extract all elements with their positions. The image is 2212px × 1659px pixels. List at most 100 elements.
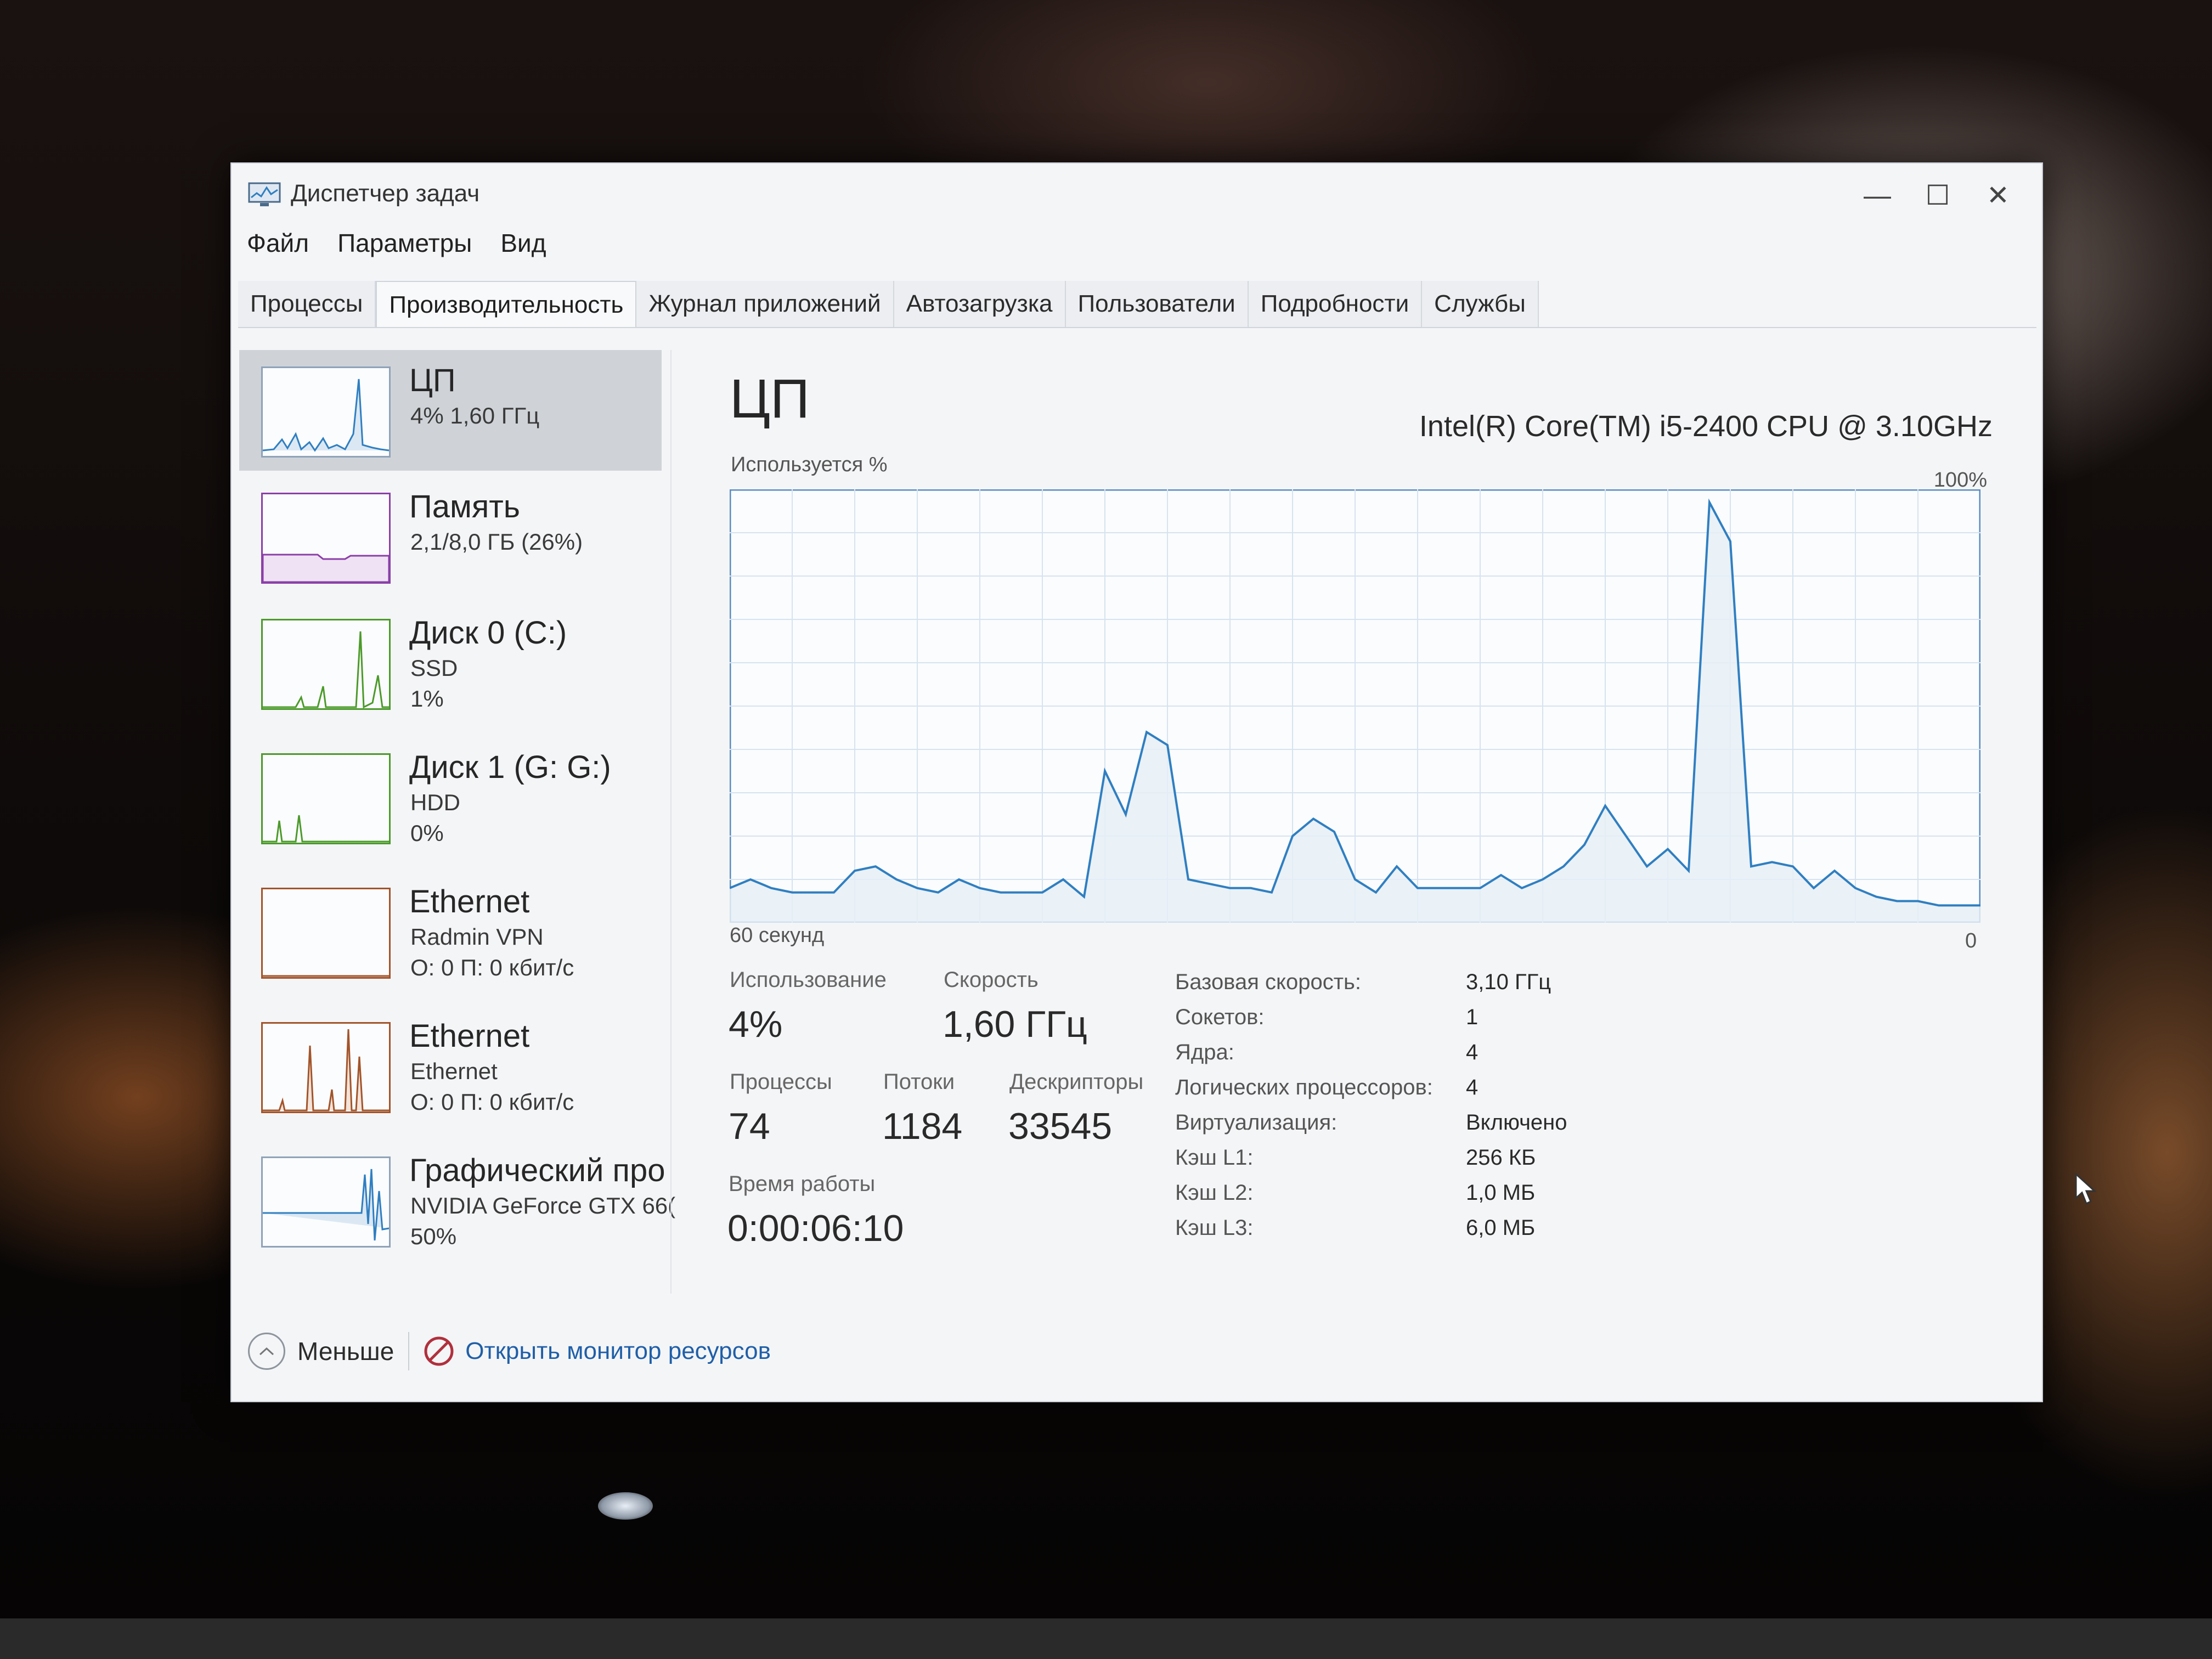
sidebar-item-disk1-title: Диск 1 (G: G:) [409, 749, 611, 785]
sidebar-item-gpu-usage: 50% [410, 1223, 457, 1249]
gpu-thumbnail-graph [261, 1156, 391, 1248]
info-l3-cache-value: 6,0 МБ [1466, 1216, 1536, 1240]
sidebar-item-memory[interactable]: Память 2,1/8,0 ГБ (26%) [239, 476, 662, 597]
chart-ylabel: Используется % [731, 453, 888, 476]
tab-startup[interactable]: Автозагрузка [894, 281, 1066, 327]
info-logical-processors-label: Логических процессоров: [1175, 1075, 1433, 1099]
info-cores-label: Ядра: [1175, 1040, 1234, 1064]
maximize-icon: ☐ [1925, 180, 1950, 211]
sidebar-item-ethernet-adapter: Ethernet [410, 1058, 498, 1084]
menu-file[interactable]: Файл [247, 228, 309, 258]
chart-xend-label: 0 [1965, 929, 1977, 952]
task-manager-icon [248, 182, 281, 206]
info-l1-cache-label: Кэш L1: [1175, 1146, 1254, 1170]
info-base-speed-label: Базовая скорость: [1175, 970, 1361, 994]
minimize-icon: — [1864, 180, 1891, 211]
sidebar-item-ethernet[interactable]: Ethernet Ethernet О: 0 П: 0 кбит/с [239, 1006, 662, 1126]
info-sockets-label: Сокетов: [1175, 1005, 1265, 1029]
menu-options[interactable]: Параметры [337, 228, 472, 258]
stat-uptime-value: 0:00:06:10 [727, 1207, 904, 1249]
title-bar[interactable]: Диспетчер задач — ☐ ✕ [232, 163, 2042, 218]
menu-view[interactable]: Вид [500, 228, 546, 258]
sidebar-item-disk0-usage: 1% [410, 686, 444, 712]
sidebar-item-gpu[interactable]: Графический про NVIDIA GeForce GTX 66( 5… [239, 1140, 675, 1261]
sidebar-item-disk0-title: Диск 0 (C:) [409, 615, 567, 651]
menu-bar: Файл Параметры Вид [247, 228, 546, 258]
sidebar-item-cpu-usage: 4% 1,60 ГГц [410, 403, 540, 428]
monitor-bezel [0, 1618, 2212, 1659]
sidebar-item-ethernet-vpn[interactable]: Ethernet Radmin VPN О: 0 П: 0 кбит/с [239, 871, 662, 992]
chevron-up-icon [248, 1333, 285, 1370]
sidebar-item-memory-title: Память [409, 489, 521, 524]
sidebar-item-ethernet-title: Ethernet [409, 1018, 530, 1054]
footer-separator [408, 1332, 410, 1370]
info-l2-cache-label: Кэш L2: [1175, 1181, 1254, 1205]
resource-monitor-icon [424, 1336, 454, 1366]
sidebar-item-disk0[interactable]: Диск 0 (C:) SSD 1% [239, 602, 662, 723]
fewer-details-button[interactable]: Меньше [248, 1333, 394, 1370]
stat-speed-value: 1,60 ГГц [943, 1003, 1087, 1045]
info-sockets-value: 1 [1466, 1005, 1479, 1029]
disk1-thumbnail-graph [261, 753, 391, 844]
info-base-speed-value: 3,10 ГГц [1466, 970, 1551, 994]
sidebar-item-memory-usage: 2,1/8,0 ГБ (26%) [410, 529, 583, 555]
sidebar-item-disk1-type: HDD [410, 789, 460, 815]
minimize-button[interactable]: — [1844, 173, 1910, 217]
cpu-model-name: Intel(R) Core(TM) i5-2400 CPU @ 3.10GHz [1419, 410, 1993, 443]
close-button[interactable]: ✕ [1965, 173, 2031, 217]
sidebar-item-ethernet-vpn-title: Ethernet [409, 884, 530, 919]
sidebar-item-gpu-model: NVIDIA GeForce GTX 66( [410, 1193, 676, 1218]
tab-details[interactable]: Подробности [1248, 281, 1423, 327]
tab-processes[interactable]: Процессы [238, 281, 376, 327]
memory-thumbnail-graph [261, 493, 391, 584]
sidebar-divider [670, 350, 672, 1294]
sidebar-item-cpu-title: ЦП [409, 363, 456, 398]
sidebar-item-gpu-title: Графический про [409, 1153, 665, 1188]
info-l3-cache-label: Кэш L3: [1175, 1216, 1254, 1240]
tab-app-history[interactable]: Журнал приложений [636, 281, 894, 327]
info-l1-cache-value: 256 КБ [1466, 1146, 1536, 1170]
close-icon: ✕ [1987, 180, 2010, 211]
window-title: Диспетчер задач [291, 180, 480, 207]
mouse-pointer-icon [2075, 1173, 2097, 1205]
info-cores-value: 4 [1466, 1040, 1479, 1064]
open-resource-monitor-label: Открыть монитор ресурсов [465, 1338, 771, 1364]
stat-handles-value: 33545 [1008, 1105, 1113, 1147]
tab-performance[interactable]: Производительность [376, 281, 637, 328]
cpu-usage-chart [730, 489, 1980, 923]
sidebar-item-ethernet-vpn-rate: О: 0 П: 0 кбит/с [410, 955, 574, 980]
sidebar-item-ethernet-vpn-adapter: Radmin VPN [410, 924, 544, 950]
fewer-details-label: Меньше [297, 1337, 394, 1365]
info-logical-processors-value: 4 [1466, 1075, 1479, 1099]
info-virtualization-label: Виртуализация: [1175, 1110, 1338, 1135]
performance-sidebar: ЦП 4% 1,60 ГГц Память 2,1/8,0 ГБ (26%) Д… [239, 350, 675, 1414]
info-l2-cache-value: 1,0 МБ [1466, 1181, 1536, 1205]
tabs-divider [238, 327, 2036, 328]
ethernet-vpn-thumbnail-graph [261, 888, 391, 979]
ethernet-thumbnail-graph [261, 1022, 391, 1113]
sidebar-item-ethernet-rate: О: 0 П: 0 кбит/с [410, 1089, 574, 1115]
maximize-button[interactable]: ☐ [1905, 173, 1971, 217]
stat-utilization-label: Использование [730, 968, 887, 992]
sidebar-item-disk1[interactable]: Диск 1 (G: G:) HDD 0% [239, 737, 662, 857]
tab-users[interactable]: Пользователи [1065, 281, 1249, 327]
tab-strip: Процессы Производительность Журнал прило… [238, 281, 1539, 328]
page-title: ЦП [730, 368, 810, 430]
stat-utilization-value: 4% [729, 1003, 783, 1045]
chart-ymax-label: 100% [1933, 469, 1987, 492]
stat-processes-label: Процессы [730, 1070, 832, 1094]
stat-threads-value: 1184 [882, 1105, 963, 1147]
stat-speed-label: Скорость [944, 968, 1039, 992]
info-virtualization-value: Включено [1466, 1110, 1567, 1135]
sidebar-item-disk0-type: SSD [410, 655, 458, 681]
open-resource-monitor-link[interactable]: Открыть монитор ресурсов [424, 1336, 771, 1367]
stat-handles-label: Дескрипторы [1009, 1070, 1144, 1094]
sidebar-item-cpu[interactable]: ЦП 4% 1,60 ГГц [239, 350, 662, 471]
tab-services[interactable]: Службы [1422, 281, 1539, 327]
disk0-thumbnail-graph [261, 619, 391, 710]
stat-uptime-label: Время работы [729, 1172, 876, 1196]
cpu-thumbnail-graph [261, 366, 391, 458]
stat-threads-label: Потоки [883, 1070, 955, 1094]
stat-processes-value: 74 [729, 1105, 770, 1147]
chart-xstart-label: 60 секунд [730, 924, 825, 947]
